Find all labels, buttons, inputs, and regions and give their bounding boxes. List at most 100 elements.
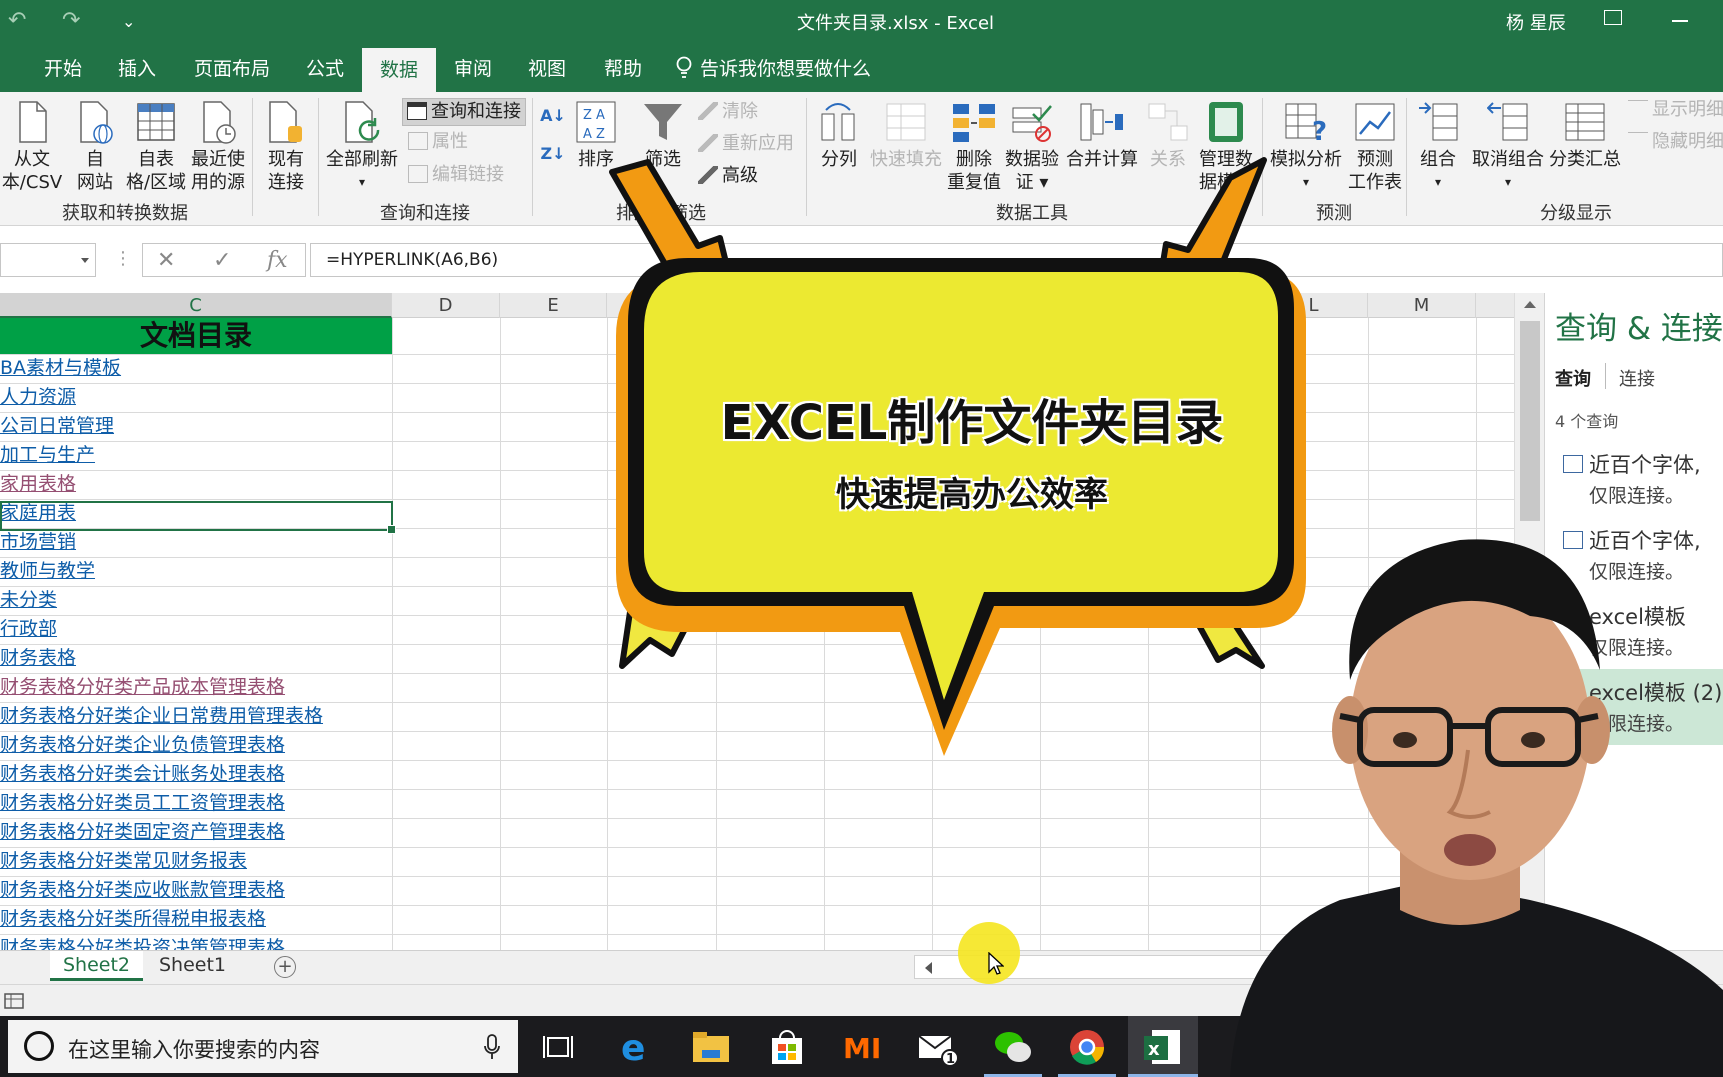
hyperlink-cell[interactable]: 财务表格分好类员工工资管理表格 [0,789,392,818]
scroll-up-icon[interactable] [1524,301,1536,308]
hyperlink-cell[interactable]: BA素材与模板 [0,354,392,383]
forecast-sheet-button[interactable]: 预测 工作表 [1346,100,1404,194]
text-to-columns-button[interactable]: 分列 [816,100,862,171]
reapply-button: 重新应用 [698,132,794,156]
remove-duplicates-button[interactable]: 删除 重复值 [946,100,1002,194]
tab-page-layout[interactable]: 页面布局 [186,42,278,92]
sheet-tab-sheet1[interactable]: Sheet1 [146,951,239,981]
sort-ascending-button[interactable]: A↓ Z↓ [540,106,566,164]
sheet-tab-sheet2[interactable]: Sheet2 [50,951,144,981]
tab-insert[interactable]: 插入 [104,42,170,92]
column-header-m[interactable]: M [1368,293,1476,318]
active-cell-selection[interactable] [0,501,396,534]
scrollbar-thumb[interactable] [1520,321,1540,521]
tell-me-search[interactable]: 告诉我你想要做什么 [700,42,880,92]
filter-button[interactable]: 筛选 [636,100,690,171]
existing-connections-button[interactable]: 现有 连接 [260,100,312,194]
column-header-l[interactable]: L [1260,293,1368,318]
query-item[interactable]: 近百个字体, 仅限连接。 [1545,441,1723,517]
tab-formulas[interactable]: 公式 [290,42,360,92]
hyperlink-cell[interactable]: 财务表格分好类投资决策管理表格 [0,934,392,950]
column-header-c[interactable]: C [0,293,392,318]
ribbon-display-options-icon[interactable] [1604,10,1622,25]
hyperlink-cell[interactable]: 财务表格分好类固定资产管理表格 [0,818,392,847]
formula-bar: ⋮ ✕ ✓ fx =HYPERLINK(A6,B6) [0,235,1723,285]
advanced-filter-button[interactable]: 高级 [698,164,758,188]
file-explorer-icon[interactable] [690,1026,732,1068]
formula-bar-resize-handle[interactable]: ⋮ [114,248,132,269]
hyperlink-cell[interactable]: 财务表格分好类所得税申报表格 [0,905,392,934]
microphone-icon[interactable] [484,1034,500,1060]
cancel-entry-icon[interactable]: ✕ [157,244,175,278]
column-header-d[interactable]: D [392,293,500,318]
sort-button[interactable]: Z AA Z 排序 [572,100,620,171]
pane-tab-queries[interactable]: 查询 [1555,365,1591,391]
excel-icon[interactable]: x [1142,1026,1184,1068]
customize-quick-access-icon[interactable]: ⌄ [122,12,135,31]
from-text-csv-button[interactable]: 从文 本/CSV [0,100,64,194]
taskbar-search-box[interactable]: 在这里输入你要搜索的内容 [8,1020,518,1073]
macro-record-icon[interactable] [4,993,24,1009]
hyperlink-cell[interactable]: 财务表格分好类企业负债管理表格 [0,731,392,760]
hyperlink-cell[interactable]: 教师与教学 [0,557,392,586]
wechat-icon[interactable] [992,1026,1034,1068]
edit-links-icon [408,165,428,183]
formula-input[interactable]: =HYPERLINK(A6,B6) [310,243,1723,277]
undo-icon[interactable]: ↶ [8,8,26,33]
pane-tab-connections[interactable]: 连接 [1619,365,1655,391]
scroll-left-icon[interactable] [925,962,932,974]
group-button[interactable]: 组合 ▾ [1412,100,1464,194]
name-box-dropdown-icon[interactable] [81,258,89,263]
recent-sources-button[interactable]: 最近使 用的源 [190,100,246,194]
from-web-button[interactable]: 自网站 [70,100,120,194]
hyperlink-cell[interactable]: 加工与生产 [0,441,392,470]
chrome-icon[interactable] [1066,1026,1108,1068]
hyperlink-cell[interactable]: 财务表格分好类常见财务报表 [0,847,392,876]
xiaomi-icon[interactable]: MI [842,1026,884,1068]
hyperlink-cell[interactable]: 行政部 [0,615,392,644]
tab-view[interactable]: 视图 [514,42,580,92]
hyperlink-cell[interactable]: 公司日常管理 [0,412,392,441]
hyperlink-cell[interactable]: 家用表格 [0,470,392,499]
confirm-entry-icon[interactable]: ✓ [213,244,231,278]
tab-home[interactable]: 开始 [30,42,96,92]
data-validation-button[interactable]: 数据验证 ▾ [1004,100,1060,194]
tab-data[interactable]: 数据 [362,48,436,92]
column-headers: C D E L M [0,293,1514,318]
add-sheet-icon[interactable]: + [274,956,296,978]
insert-function-icon[interactable]: fx [267,244,288,278]
manage-data-model-button[interactable]: 管理数 据模型 [1196,100,1256,194]
redo-icon[interactable]: ↷ [62,8,80,33]
column-header-e[interactable]: E [500,293,607,318]
task-view-icon[interactable] [540,1026,582,1068]
query-table-icon [1563,455,1583,473]
microsoft-store-icon[interactable] [766,1026,808,1068]
queries-connections-button[interactable]: 查询和连接 [402,98,526,126]
hyperlink-cell[interactable]: 财务表格 [0,644,392,673]
ribbon-tabs: 开始 插入 页面布局 公式 数据 审阅 视图 帮助 告诉我你想要做什么 [0,42,1723,92]
edge-browser-icon[interactable]: e [616,1026,658,1068]
ungroup-button[interactable]: 取消组合 ▾ [1468,100,1548,194]
hyperlink-cell[interactable]: 财务表格分好类会计账务处理表格 [0,760,392,789]
column-header-f-k[interactable] [607,293,1207,318]
user-name[interactable]: 杨 星辰 [1506,9,1566,35]
directory-header-cell[interactable]: 文档目录 [0,318,392,354]
recent-sources-icon [203,101,236,144]
from-table-range-button[interactable]: 自表 格/区域 [124,100,188,194]
what-if-analysis-button[interactable]: ? 模拟分析 ▾ [1268,100,1344,194]
minimize-icon[interactable] [1672,20,1688,22]
tab-review[interactable]: 审阅 [440,42,506,92]
tab-help[interactable]: 帮助 [590,42,656,92]
cortana-icon[interactable] [24,1031,54,1061]
consolidate-button[interactable]: 合并计算 [1062,100,1142,171]
hyperlink-cell[interactable]: 财务表格分好类产品成本管理表格 [0,673,392,702]
subtotal-button[interactable]: 分类汇总 [1548,100,1622,171]
hyperlink-cell[interactable]: 未分类 [0,586,392,615]
refresh-all-button[interactable]: 全部刷新 ▾ [324,100,400,194]
group-label-data-tools: 数据工具 [996,203,1068,224]
name-box[interactable] [0,243,96,277]
hyperlink-cell[interactable]: 财务表格分好类应收账款管理表格 [0,876,392,905]
hyperlink-cell[interactable]: 人力资源 [0,383,392,412]
hyperlink-cell[interactable]: 财务表格分好类企业日常费用管理表格 [0,702,392,731]
hyperlink-cell[interactable]: 市场营销 [0,528,392,557]
